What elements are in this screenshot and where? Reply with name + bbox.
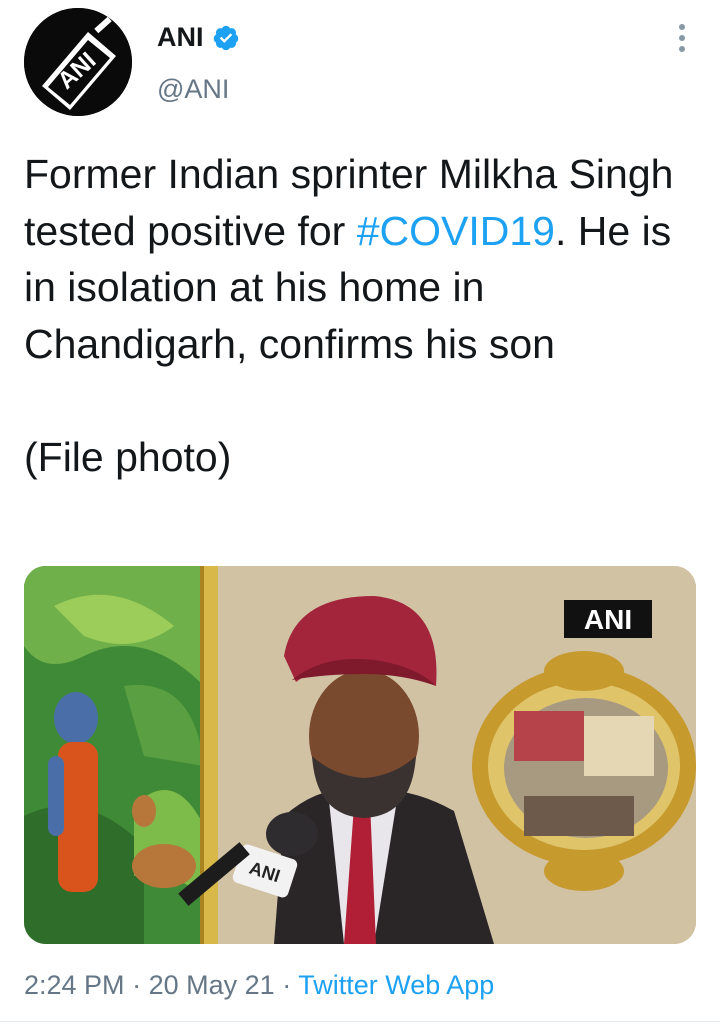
more-options-icon[interactable] xyxy=(678,24,686,54)
meta-separator-1: · xyxy=(132,970,142,1000)
tweet-text: Former Indian sprinter Milkha Singh test… xyxy=(24,146,704,485)
tweet-photo[interactable]: ANI ANI xyxy=(24,566,696,944)
divider xyxy=(0,1021,720,1022)
tweet-meta: 2:24 PM · 20 May 21 · Twitter Web App xyxy=(24,970,494,1001)
tweet-time[interactable]: 2:24 PM xyxy=(24,970,125,1000)
account-handle[interactable]: @ANI xyxy=(157,74,229,105)
tweet-blank-line xyxy=(24,372,704,429)
hashtag-link[interactable]: #COVID19 xyxy=(357,208,555,254)
account-name-row[interactable]: ANI xyxy=(157,22,240,53)
avatar[interactable]: ANI xyxy=(24,8,132,116)
tweet-source-link[interactable]: Twitter Web App xyxy=(298,970,494,1000)
account-name[interactable]: ANI xyxy=(157,22,204,53)
photo-illustration: ANI ANI xyxy=(24,566,696,944)
tweet-card: ANI ANI @ANI Former Indian sprinter Milk… xyxy=(0,0,720,1025)
tweet-body: Former Indian sprinter Milkha Singh test… xyxy=(24,146,704,372)
tweet-file-photo-note: (File photo) xyxy=(24,433,232,480)
tweet-date[interactable]: 20 May 21 xyxy=(149,970,275,1000)
ani-logo-icon: ANI xyxy=(24,8,132,116)
verified-badge-icon xyxy=(213,25,238,50)
meta-separator-2: · xyxy=(282,970,292,1000)
photo-watermark: ANI xyxy=(584,604,632,635)
